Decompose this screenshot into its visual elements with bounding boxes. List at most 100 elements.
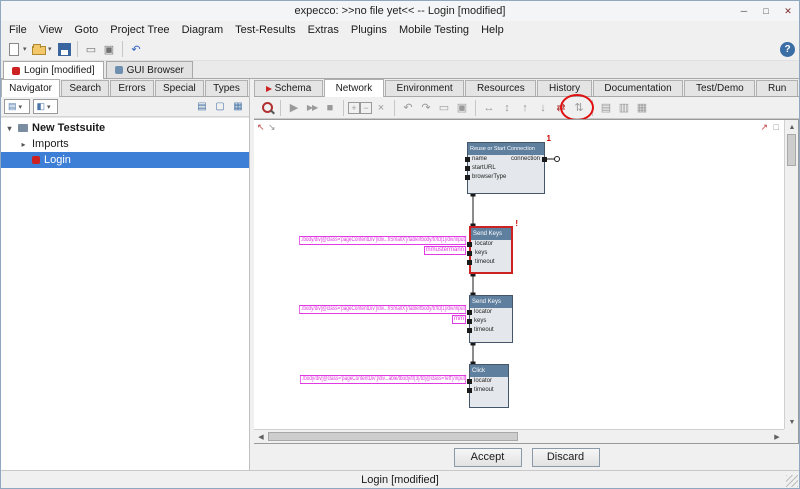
value-label-group[interactable]: ./body/div[@class='pageContentDiv']/div.… — [256, 236, 466, 255]
view-mode-combo[interactable]: ▤ ▾ — [4, 99, 30, 114]
menu-help[interactable]: Help — [475, 23, 510, 37]
keys-value[interactable]: mm — [452, 315, 466, 324]
move-up-icon[interactable]: ↑ — [516, 99, 534, 117]
maximize-button[interactable]: □ — [755, 3, 777, 19]
undo-step-icon[interactable]: ↶ — [399, 99, 417, 117]
input-pin[interactable] — [467, 388, 472, 393]
vertical-scroll-thumb[interactable] — [787, 134, 796, 166]
menu-plugins[interactable]: Plugins — [345, 23, 393, 37]
split-connection-icon[interactable]: ⇅ — [570, 99, 588, 117]
tab-login[interactable]: Login [modified] — [3, 61, 104, 79]
layout-left-icon[interactable]: ▤ — [597, 99, 615, 117]
tab-search[interactable]: Search — [61, 80, 110, 96]
fit-view-icon[interactable]: □ — [774, 122, 779, 132]
align-vertical-icon[interactable]: ↕ — [498, 99, 516, 117]
redo-step-icon[interactable]: ↷ — [417, 99, 435, 117]
menu-project-tree[interactable]: Project Tree — [104, 23, 175, 37]
tab-test-demo[interactable]: Test/Demo — [684, 80, 756, 96]
open-file-dropdown-icon[interactable]: ▾ — [48, 45, 55, 53]
layout-vertical-icon[interactable]: ▢ — [212, 99, 228, 115]
scroll-right-icon[interactable]: ▶ — [770, 430, 784, 444]
input-pin[interactable] — [465, 175, 470, 180]
tab-history[interactable]: History — [537, 80, 592, 96]
tab-network[interactable]: Network — [323, 79, 384, 97]
filter-combo[interactable]: ◧ ▾ — [32, 99, 59, 114]
xpath-value[interactable]: ./body/div[@class='pageContentDiv']/div.… — [299, 375, 466, 384]
input-pin[interactable] — [465, 157, 470, 162]
tree-item-imports[interactable]: ▸ Imports — [1, 136, 249, 152]
help-icon[interactable]: ? — [780, 41, 795, 57]
tab-run[interactable]: Run — [756, 80, 798, 96]
expander-closed-icon[interactable]: ▸ — [19, 140, 28, 149]
input-pin[interactable] — [467, 242, 472, 247]
find-icon[interactable] — [258, 99, 276, 117]
input-pin[interactable] — [467, 260, 472, 265]
tree-item-login[interactable]: Login — [1, 152, 249, 168]
node-click[interactable]: Click locator timeout — [467, 364, 509, 408]
layout-horizontal-icon[interactable]: ▤ — [194, 99, 210, 115]
remove-pin-icon[interactable]: − — [360, 101, 372, 114]
copy-step-icon[interactable]: ▭ — [435, 99, 453, 117]
tab-navigator[interactable]: Navigator — [1, 79, 61, 97]
menu-diagram[interactable]: Diagram — [176, 23, 230, 37]
tab-environment[interactable]: Environment — [384, 80, 465, 96]
resize-grip[interactable] — [786, 475, 798, 487]
tab-errors[interactable]: Errors — [110, 80, 154, 96]
value-label-group[interactable]: ./body/div[@class='pageContentDiv']/div.… — [256, 305, 466, 324]
menu-file[interactable]: File — [3, 23, 33, 37]
tree-item-new-testsuite[interactable]: ▾ New Testsuite — [1, 120, 249, 136]
new-document-icon[interactable] — [5, 40, 23, 58]
scroll-end-icon[interactable]: ↘ — [268, 122, 276, 132]
zoom-reset-icon[interactable]: ↗ — [760, 122, 768, 132]
tab-special[interactable]: Special — [154, 80, 204, 96]
save-icon[interactable] — [55, 40, 73, 58]
node-send-keys-2[interactable]: Send Keys locator keys timeout — [467, 295, 513, 343]
menu-extras[interactable]: Extras — [302, 23, 345, 37]
tab-gui-browser[interactable]: GUI Browser — [105, 61, 193, 78]
layout-right-icon[interactable]: ▦ — [633, 99, 651, 117]
scroll-down-icon[interactable]: ▼ — [785, 415, 798, 429]
align-horizontal-icon[interactable]: ↔ — [480, 99, 498, 117]
layout-grid-icon[interactable]: ▦ — [230, 99, 246, 115]
horizontal-scrollbar[interactable]: ◀ ▶ — [254, 429, 784, 443]
undo-icon[interactable]: ↶ — [127, 40, 145, 58]
xpath-value[interactable]: ./body/div[@class='pageContentDiv']/div.… — [298, 236, 466, 245]
tab-documentation[interactable]: Documentation — [592, 80, 684, 96]
horizontal-scroll-thumb[interactable] — [268, 432, 518, 441]
network-canvas[interactable]: ↖ ↘ ↗ □ Reuse or Start Connection name c… — [254, 119, 799, 444]
input-pin[interactable] — [467, 310, 472, 315]
tab-resources[interactable]: Resources — [465, 80, 537, 96]
scroll-up-icon[interactable]: ▲ — [785, 120, 798, 134]
input-pin[interactable] — [467, 328, 472, 333]
input-pin[interactable] — [467, 379, 472, 384]
swap-connection-icon[interactable]: ⇄ — [552, 99, 570, 117]
tab-schema[interactable]: Schema — [254, 80, 323, 96]
menu-goto[interactable]: Goto — [68, 23, 104, 37]
input-pin[interactable] — [465, 166, 470, 171]
paste-icon[interactable]: ▣ — [100, 40, 118, 58]
xpath-value[interactable]: ./body/div[@class='pageContentDiv']/div.… — [298, 305, 466, 314]
paste-step-icon[interactable]: ▣ — [453, 99, 471, 117]
tab-types[interactable]: Types — [204, 80, 249, 96]
layout-center-icon[interactable]: ▥ — [615, 99, 633, 117]
delete-step-icon[interactable]: × — [372, 99, 390, 117]
menu-mobile-testing[interactable]: Mobile Testing — [393, 23, 475, 37]
run-all-icon[interactable]: ▶▶ — [303, 99, 321, 117]
new-document-dropdown-icon[interactable]: ▾ — [23, 45, 30, 53]
accept-button[interactable]: Accept — [453, 447, 522, 467]
input-pin[interactable] — [467, 319, 472, 324]
minimize-button[interactable]: ─ — [733, 3, 755, 19]
node-send-keys-1[interactable]: Send Keys locator keys timeout ! — [467, 219, 518, 274]
close-button[interactable]: ✕ — [777, 3, 799, 19]
discard-button[interactable]: Discard — [531, 447, 600, 467]
copy-icon[interactable]: ▭ — [82, 40, 100, 58]
input-pin[interactable] — [467, 251, 472, 256]
expander-open-icon[interactable]: ▾ — [5, 124, 14, 133]
move-down-icon[interactable]: ↓ — [534, 99, 552, 117]
value-label-group[interactable]: ./body/div[@class='pageContentDiv']/div.… — [256, 375, 466, 384]
vertical-scrollbar[interactable]: ▲ ▼ — [784, 120, 798, 429]
run-icon[interactable]: ▶ — [285, 99, 303, 117]
menu-view[interactable]: View — [33, 23, 69, 37]
stop-icon[interactable]: ■ — [321, 99, 339, 117]
scroll-left-icon[interactable]: ◀ — [254, 430, 268, 444]
